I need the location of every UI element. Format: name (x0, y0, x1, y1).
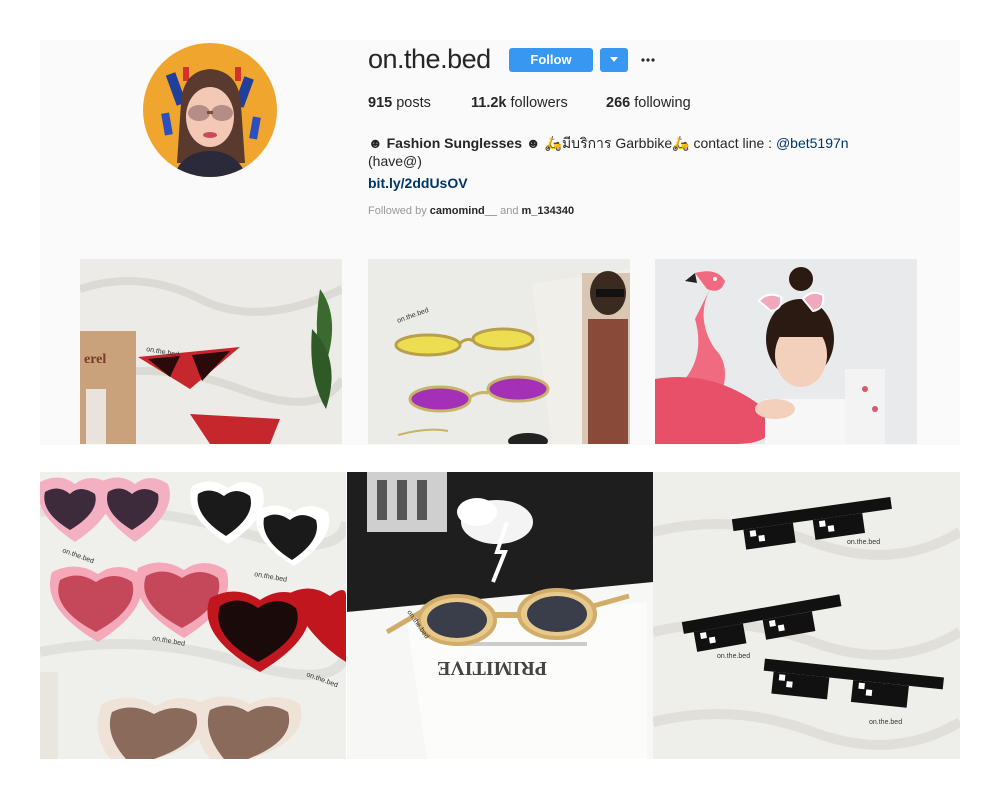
followed-by-prefix: Followed by (368, 205, 427, 217)
more-options-icon[interactable] (640, 52, 656, 68)
post-6-watermark: on.the.bed (847, 539, 880, 546)
bio-line: ☻ Fashion Sunglesses ☻ 🛵มีบริการ Garbbik… (368, 133, 849, 155)
bio-contact-handle[interactable]: @bet5197n (776, 135, 849, 151)
svg-text:PRIMITIVE: PRIMITIVE (437, 657, 547, 679)
bio-service-text: 🛵มีบริการ Garbbike🛵 (544, 135, 690, 151)
chevron-down-icon (610, 57, 618, 62)
bio-full-name: ☻ Fashion Sunglesses ☻ (368, 135, 541, 151)
posts-label: posts (396, 95, 431, 111)
post-gold-oval-sunglasses-magazine[interactable]: PRIMITIVE on.the.bed (347, 472, 653, 759)
bio-link[interactable]: bit.ly/2ddUsOV (368, 175, 468, 191)
profile-avatar[interactable] (143, 43, 277, 177)
posts-count-stat: 915 posts (368, 95, 431, 111)
post-heart-sunglasses-collection[interactable]: on.the.bed on.the.bed on.the.bed on.the.… (40, 472, 346, 759)
followed-by-text: Followed by camomind__ and m_134340 (368, 205, 574, 217)
following-label: following (634, 95, 691, 111)
profile-username: on.the.bed (368, 44, 491, 74)
followed-by-user-1[interactable]: camomind__ (430, 205, 497, 217)
post-6-watermark-2: on.the.bed (717, 653, 750, 660)
post-pixel-thug-life-sunglasses[interactable]: on.the.bed on.the.bed on.the.bed (653, 472, 960, 759)
followers-count: 11.2k (471, 95, 507, 111)
post-flamingo-heart-sunglasses[interactable] (655, 259, 917, 444)
post-red-cat-eye-sunglasses[interactable]: erel on.the.bed (80, 259, 342, 444)
followers-label: followers (510, 95, 568, 111)
suggestions-dropdown-button[interactable] (600, 48, 628, 72)
following-count: 266 (606, 95, 631, 111)
post-yellow-purple-oval-sunglasses[interactable]: on.the.bed (368, 259, 630, 444)
followers-count-stat[interactable]: 11.2k followers (471, 95, 568, 111)
bio-second-line: (have@) (368, 153, 422, 169)
follow-button[interactable]: Follow (509, 48, 593, 72)
svg-text:erel: erel (84, 352, 106, 367)
post-6-watermark-3: on.the.bed (869, 719, 902, 726)
posts-count: 915 (368, 95, 393, 111)
followed-by-joiner: and (500, 205, 519, 217)
followed-by-user-2[interactable]: m_134340 (522, 205, 575, 217)
bio-contact-text: contact line : (693, 135, 773, 151)
following-count-stat[interactable]: 266 following (606, 95, 691, 111)
